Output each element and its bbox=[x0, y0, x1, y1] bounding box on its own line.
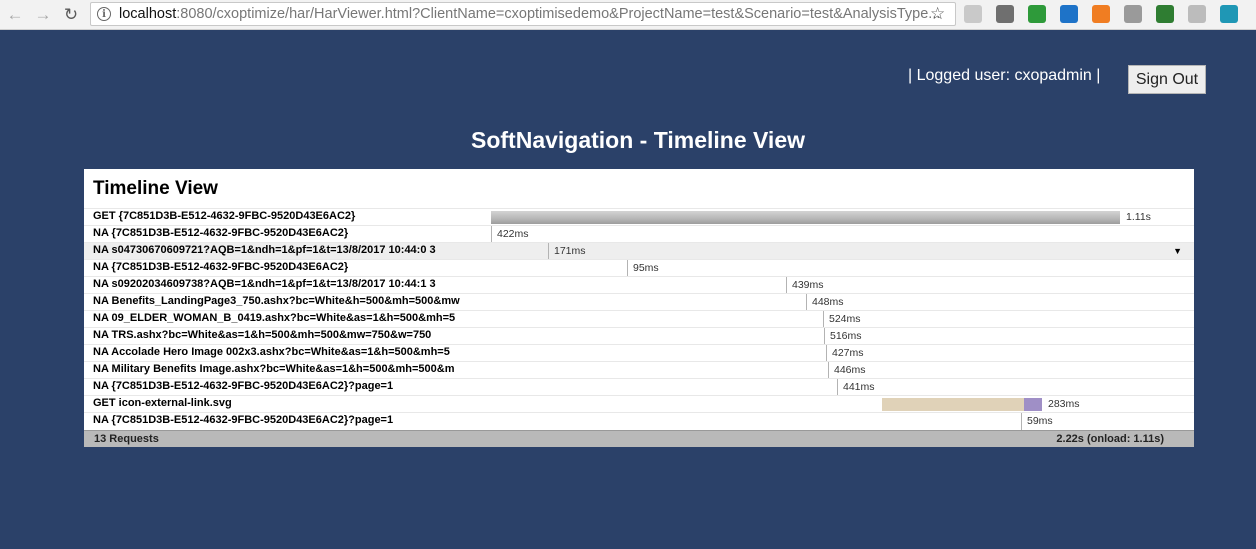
timing-bar-receive bbox=[1024, 398, 1042, 411]
request-label: GET icon-external-link.svg bbox=[93, 397, 232, 409]
ext-angular-icon[interactable] bbox=[1188, 5, 1206, 23]
request-timeline: 283ms bbox=[491, 396, 1194, 413]
request-time: 524ms bbox=[829, 313, 861, 325]
ext-beta-icon[interactable] bbox=[1060, 5, 1078, 23]
ext-3-icon[interactable] bbox=[1028, 5, 1046, 23]
request-label: NA TRS.ashx?bc=White&as=1&h=500&mh=500&m… bbox=[93, 329, 432, 341]
request-timeline: 171ms bbox=[491, 243, 1194, 260]
request-label: NA {7C851D3B-E512-4632-9FBC-9520D43E6AC2… bbox=[93, 261, 349, 273]
request-timeline: 95ms bbox=[491, 260, 1194, 277]
request-time: 446ms bbox=[834, 364, 866, 376]
summary-bar: 13 Requests 2.22s (onload: 1.11s) bbox=[84, 430, 1194, 447]
request-list: GET {7C851D3B-E512-4632-9FBC-9520D43E6AC… bbox=[84, 208, 1194, 430]
request-timeline: 1.11s bbox=[491, 209, 1194, 226]
request-row[interactable]: NA s09202034609738?AQB=1&ndh=1&pf=1&t=13… bbox=[84, 276, 1194, 294]
request-time: 422ms bbox=[497, 228, 529, 240]
timing-marker bbox=[491, 226, 492, 243]
request-timeline: 422ms bbox=[491, 226, 1194, 243]
request-label: NA s04730670609721?AQB=1&ndh=1&pf=1&t=13… bbox=[93, 244, 436, 256]
info-icon[interactable]: i bbox=[97, 7, 111, 21]
request-time: 171ms bbox=[554, 245, 586, 257]
request-time: 95ms bbox=[633, 262, 659, 274]
request-time: 59ms bbox=[1027, 415, 1053, 427]
request-row[interactable]: NA {7C851D3B-E512-4632-9FBC-9520D43E6AC2… bbox=[84, 412, 1194, 430]
request-time: 441ms bbox=[843, 381, 875, 393]
bookmark-star-icon[interactable]: ☆ bbox=[930, 4, 945, 24]
request-timeline: 524ms bbox=[491, 311, 1194, 328]
request-row[interactable]: GET icon-external-link.svg 283ms bbox=[84, 395, 1194, 412]
ext-2-icon[interactable] bbox=[996, 5, 1014, 23]
request-label: NA s09202034609738?AQB=1&ndh=1&pf=1&t=13… bbox=[93, 278, 436, 290]
timing-marker bbox=[1021, 413, 1022, 430]
sign-out-button[interactable]: Sign Out bbox=[1128, 65, 1206, 94]
request-timeline: 59ms bbox=[491, 413, 1194, 430]
request-row[interactable]: NA Accolade Hero Image 002x3.ashx?bc=Whi… bbox=[84, 344, 1194, 362]
request-row[interactable]: NA s04730670609721?AQB=1&ndh=1&pf=1&t=13… bbox=[84, 242, 1194, 260]
request-timeline: 446ms bbox=[491, 362, 1194, 379]
request-row[interactable]: GET {7C851D3B-E512-4632-9FBC-9520D43E6AC… bbox=[84, 208, 1194, 225]
request-row[interactable]: NA 09_ELDER_WOMAN_B_0419.ashx?bc=White&a… bbox=[84, 310, 1194, 328]
request-count: 13 Requests bbox=[94, 433, 159, 445]
request-row[interactable]: NA Benefits_LandingPage3_750.ashx?bc=Whi… bbox=[84, 293, 1194, 311]
request-time: 448ms bbox=[812, 296, 844, 308]
request-timeline: 516ms bbox=[491, 328, 1194, 345]
request-row[interactable]: NA Military Benefits Image.ashx?bc=White… bbox=[84, 361, 1194, 379]
address-bar[interactable]: i localhost:8080/cxoptimize/har/HarViewe… bbox=[90, 2, 956, 26]
url-host: localhost bbox=[119, 6, 177, 22]
request-timeline: 448ms bbox=[491, 294, 1194, 311]
request-time: 1.11s bbox=[1126, 211, 1151, 223]
timing-marker bbox=[837, 379, 838, 396]
request-label: NA {7C851D3B-E512-4632-9FBC-9520D43E6AC2… bbox=[93, 414, 394, 426]
url-path: :8080/cxoptimize/har/HarViewer.html?Clie… bbox=[176, 6, 941, 22]
request-label: NA Military Benefits Image.ashx?bc=White… bbox=[93, 363, 455, 375]
request-row[interactable]: NA {7C851D3B-E512-4632-9FBC-9520D43E6AC2… bbox=[84, 225, 1194, 243]
request-row[interactable]: NA TRS.ashx?bc=White&as=1&h=500&mh=500&m… bbox=[84, 327, 1194, 345]
request-time: 516ms bbox=[830, 330, 862, 342]
ext-7-icon[interactable] bbox=[1156, 5, 1174, 23]
expand-caret-icon[interactable]: ▼ bbox=[1173, 246, 1182, 256]
reload-icon[interactable]: ↻ bbox=[60, 4, 82, 26]
ext-9-icon[interactable] bbox=[1220, 5, 1238, 23]
page-title: SoftNavigation - Timeline View bbox=[471, 127, 805, 153]
timing-marker bbox=[627, 260, 628, 277]
request-row[interactable]: NA {7C851D3B-E512-4632-9FBC-9520D43E6AC2… bbox=[84, 259, 1194, 277]
timing-marker bbox=[828, 362, 829, 379]
request-timeline: 439ms bbox=[491, 277, 1194, 294]
request-label: NA Accolade Hero Image 002x3.ashx?bc=Whi… bbox=[93, 346, 450, 358]
forward-icon[interactable]: → bbox=[32, 4, 54, 26]
timing-marker bbox=[824, 328, 825, 345]
timing-bar bbox=[491, 211, 1120, 224]
logged-user-label: | Logged user: cxopadmin | bbox=[908, 67, 1101, 84]
timing-marker bbox=[806, 294, 807, 311]
request-time: 427ms bbox=[832, 347, 864, 359]
ext-v-icon[interactable] bbox=[1124, 5, 1142, 23]
timing-marker bbox=[826, 345, 827, 362]
back-icon[interactable]: ← bbox=[4, 4, 26, 26]
request-row[interactable]: NA {7C851D3B-E512-4632-9FBC-9520D43E6AC2… bbox=[84, 378, 1194, 396]
timing-marker bbox=[786, 277, 787, 294]
request-timeline: 441ms bbox=[491, 379, 1194, 396]
timing-bar-wait bbox=[882, 398, 1024, 411]
request-timeline: 427ms bbox=[491, 345, 1194, 362]
panel-title: Timeline View bbox=[93, 178, 218, 199]
timing-marker bbox=[823, 311, 824, 328]
ext-1-icon[interactable] bbox=[964, 5, 982, 23]
request-label: NA 09_ELDER_WOMAN_B_0419.ashx?bc=White&a… bbox=[93, 312, 456, 324]
request-time: 283ms bbox=[1048, 398, 1080, 410]
total-time: 2.22s (onload: 1.11s) bbox=[1056, 433, 1164, 445]
request-label: NA {7C851D3B-E512-4632-9FBC-9520D43E6AC2… bbox=[93, 380, 394, 392]
request-label: GET {7C851D3B-E512-4632-9FBC-9520D43E6AC… bbox=[93, 210, 356, 222]
request-time: 439ms bbox=[792, 279, 824, 291]
ext-5-icon[interactable] bbox=[1092, 5, 1110, 23]
browser-toolbar: ← → ↻ i localhost:8080/cxoptimize/har/Ha… bbox=[0, 0, 1256, 30]
timing-marker bbox=[548, 243, 549, 260]
request-label: NA {7C851D3B-E512-4632-9FBC-9520D43E6AC2… bbox=[93, 227, 349, 239]
request-label: NA Benefits_LandingPage3_750.ashx?bc=Whi… bbox=[93, 295, 460, 307]
timeline-panel: Timeline View GET {7C851D3B-E512-4632-9F… bbox=[84, 169, 1194, 447]
